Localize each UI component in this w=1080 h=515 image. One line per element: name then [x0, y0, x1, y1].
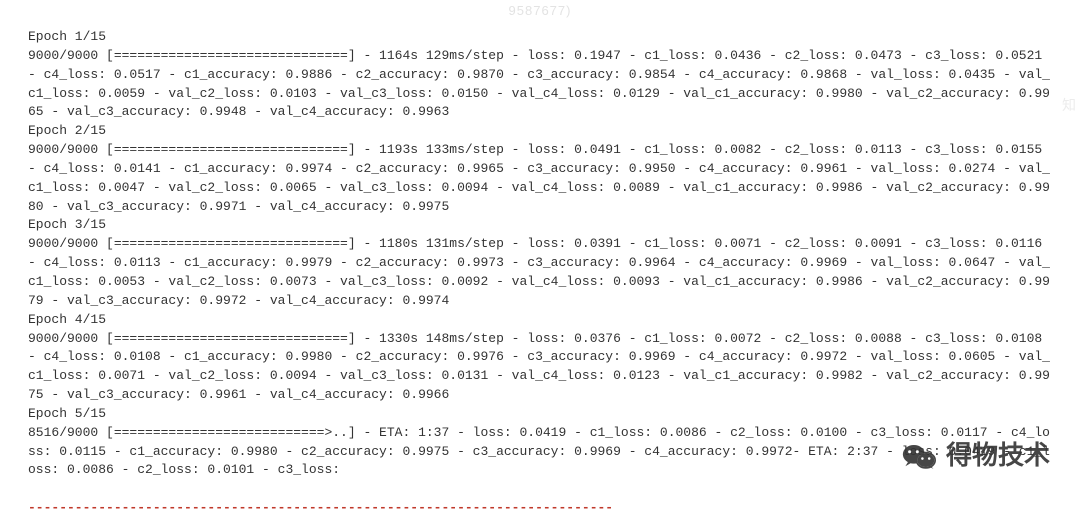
brand-watermark: 得物技术 [902, 437, 1050, 475]
epoch-2-log: 9000/9000 [=============================… [28, 142, 1050, 214]
epoch-2-title: Epoch 2/15 [28, 123, 106, 138]
epoch-4-title: Epoch 4/15 [28, 312, 106, 327]
epoch-3-log: 9000/9000 [=============================… [28, 236, 1050, 308]
faint-watermark-right: 知 [1062, 95, 1076, 115]
error-separator: ----------------------------------------… [28, 500, 613, 515]
epoch-5-title: Epoch 5/15 [28, 406, 106, 421]
epoch-3-title: Epoch 3/15 [28, 217, 106, 232]
epoch-4-log: 9000/9000 [=============================… [28, 331, 1050, 403]
brand-watermark-text: 得物技术 [946, 437, 1050, 475]
epoch-1-title: Epoch 1/15 [28, 29, 106, 44]
faint-watermark-top: 9587677) [509, 2, 572, 21]
epoch-5-log: 8516/9000 [===========================>.… [28, 425, 1050, 478]
epoch-1-log: 9000/9000 [=============================… [28, 48, 1050, 120]
wechat-icon [902, 442, 936, 470]
